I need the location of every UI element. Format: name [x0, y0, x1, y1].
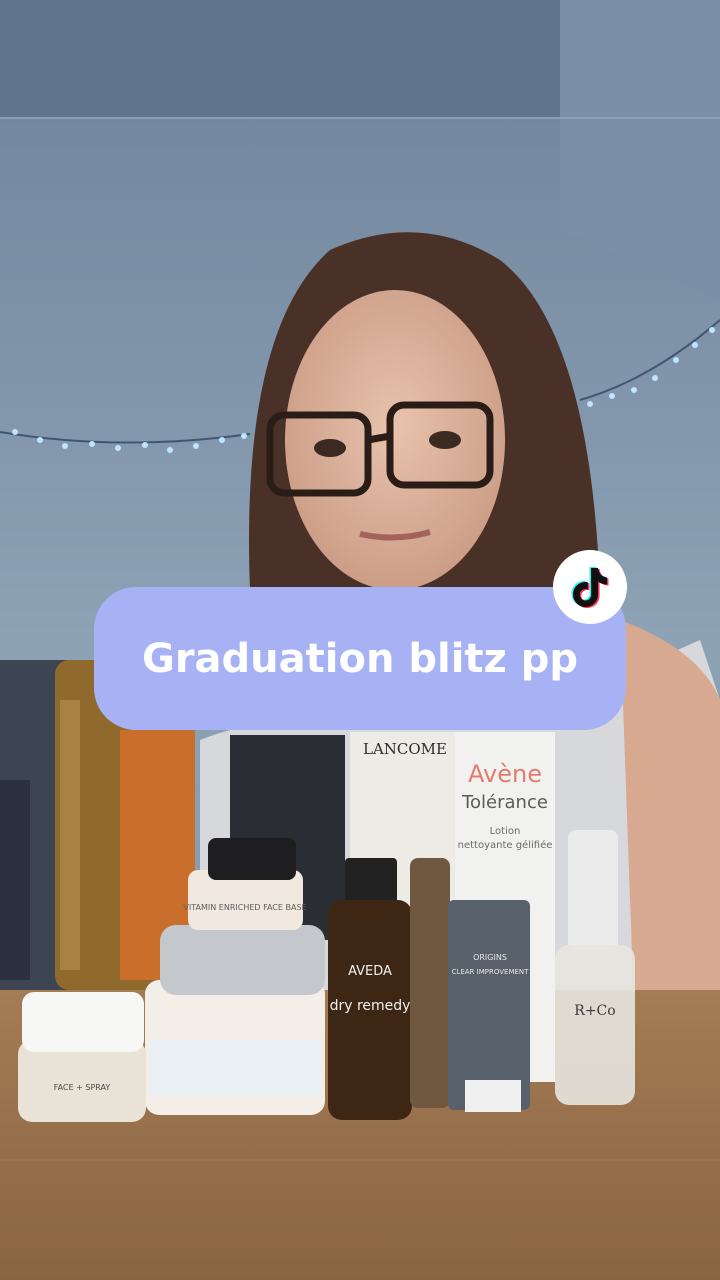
caption-pill: Graduation blitz pp	[94, 587, 626, 730]
aveda-name: dry remedy	[330, 998, 411, 1014]
origins-label: ORIGINS	[473, 953, 507, 962]
svg-text:VITAMIN ENRICHED FACE BASE: VITAMIN ENRICHED FACE BASE	[183, 903, 306, 912]
video-frame: LANCOME Avène Tolérance Lotion nettoyant…	[0, 0, 720, 1280]
avene-line1: Lotion	[490, 826, 521, 837]
avene-sub-label: Tolérance	[461, 792, 548, 813]
lancome-label: LANCOME	[363, 740, 447, 758]
origins-name: CLEAR IMPROVEMENT	[452, 968, 530, 976]
small-jar-label: FACE + SPRAY	[54, 1083, 111, 1092]
tiktok-badge	[553, 550, 627, 624]
rco-label: R+Co	[574, 1003, 615, 1019]
origins-tube: ORIGINS CLEAR IMPROVEMENT	[448, 900, 530, 1112]
avene-line2: nettoyante gélifiée	[458, 839, 553, 851]
aveda-label: AVEDA	[348, 964, 392, 979]
tiktok-icon	[571, 567, 609, 608]
small-jar: FACE + SPRAY	[18, 992, 146, 1122]
caption-text: Graduation blitz pp	[141, 635, 578, 682]
avene-label: Avène	[468, 760, 542, 788]
mascara	[410, 858, 450, 1108]
